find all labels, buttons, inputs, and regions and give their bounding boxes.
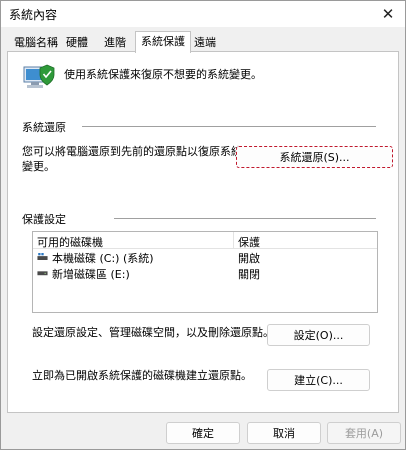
windows-drive-icon xyxy=(37,253,48,260)
configure-button[interactable]: 設定(O)... xyxy=(267,324,370,346)
protection-settings-group-label: 保護設定 xyxy=(22,213,66,226)
column-header-protection[interactable]: 保護 xyxy=(238,234,260,250)
tab-computer-name[interactable]: 電腦名稱 xyxy=(9,34,63,51)
close-button[interactable]: ✕ xyxy=(371,1,405,27)
system-properties-window: 系統內容 ✕ 電腦名稱 硬體 進階 系統保護 遠端 使用系統保護來復原不想要的系… xyxy=(0,0,406,450)
protection-status: 關閉 xyxy=(238,268,260,281)
tab-hardware[interactable]: 硬體 xyxy=(61,34,93,51)
protection-status: 開啟 xyxy=(238,252,260,265)
dialog-footer: 確定 取消 套用(A) xyxy=(1,415,405,449)
create-description: 立即為已開啟系統保護的磁碟機建立還原點。 xyxy=(32,369,252,382)
tab-advanced[interactable]: 進階 xyxy=(99,34,131,51)
tab-remote[interactable]: 遠端 xyxy=(189,34,221,51)
tab-system-protection[interactable]: 系統保護 xyxy=(135,31,191,53)
system-restore-separator xyxy=(82,126,376,127)
system-restore-button[interactable]: 系統還原(S)... xyxy=(236,146,393,168)
intro-text: 使用系統保護來復原不想要的系統變更。 xyxy=(64,68,262,81)
system-protection-panel: 使用系統保護來復原不想要的系統變更。 系統還原 您可以將電腦還原到先前的還原點以… xyxy=(7,51,399,413)
drive-row-e[interactable]: 新增磁碟區 (E:) 關閉 xyxy=(33,265,377,281)
cancel-button[interactable]: 取消 xyxy=(247,422,321,444)
drive-icon xyxy=(37,271,48,276)
ok-button[interactable]: 確定 xyxy=(166,422,240,444)
tab-strip: 電腦名稱 硬體 進階 系統保護 遠端 xyxy=(1,31,405,53)
drive-list-header: 可用的磁碟機 保護 xyxy=(33,232,377,249)
system-restore-description-line1: 您可以將電腦還原到先前的還原點以復原系統 xyxy=(22,145,242,158)
protection-settings-separator xyxy=(114,218,376,219)
computer-shield-icon xyxy=(23,64,55,88)
drive-row-c[interactable]: 本機磁碟 (C:) (系統) 開啟 xyxy=(33,249,377,265)
system-restore-group-label: 系統還原 xyxy=(22,121,66,134)
drive-name: 新增磁碟區 (E:) xyxy=(52,268,130,281)
close-icon: ✕ xyxy=(381,5,395,23)
create-button[interactable]: 建立(C)... xyxy=(267,369,370,391)
drive-name: 本機磁碟 (C:) (系統) xyxy=(52,252,154,265)
column-header-drive[interactable]: 可用的磁碟機 xyxy=(37,234,103,250)
system-restore-description-line2: 變更。 xyxy=(22,160,55,173)
configure-description: 設定還原設定、管理磁碟空間，以及刪除還原點。 xyxy=(32,326,274,339)
window-title: 系統內容 xyxy=(9,8,58,22)
drive-list[interactable]: 可用的磁碟機 保護 本機磁碟 (C:) (系統) 開啟 新增磁碟區 (E:) 關… xyxy=(32,231,378,313)
apply-button[interactable]: 套用(A) xyxy=(327,422,401,444)
title-bar[interactable]: 系統內容 ✕ xyxy=(1,1,405,27)
column-divider[interactable] xyxy=(233,232,234,248)
